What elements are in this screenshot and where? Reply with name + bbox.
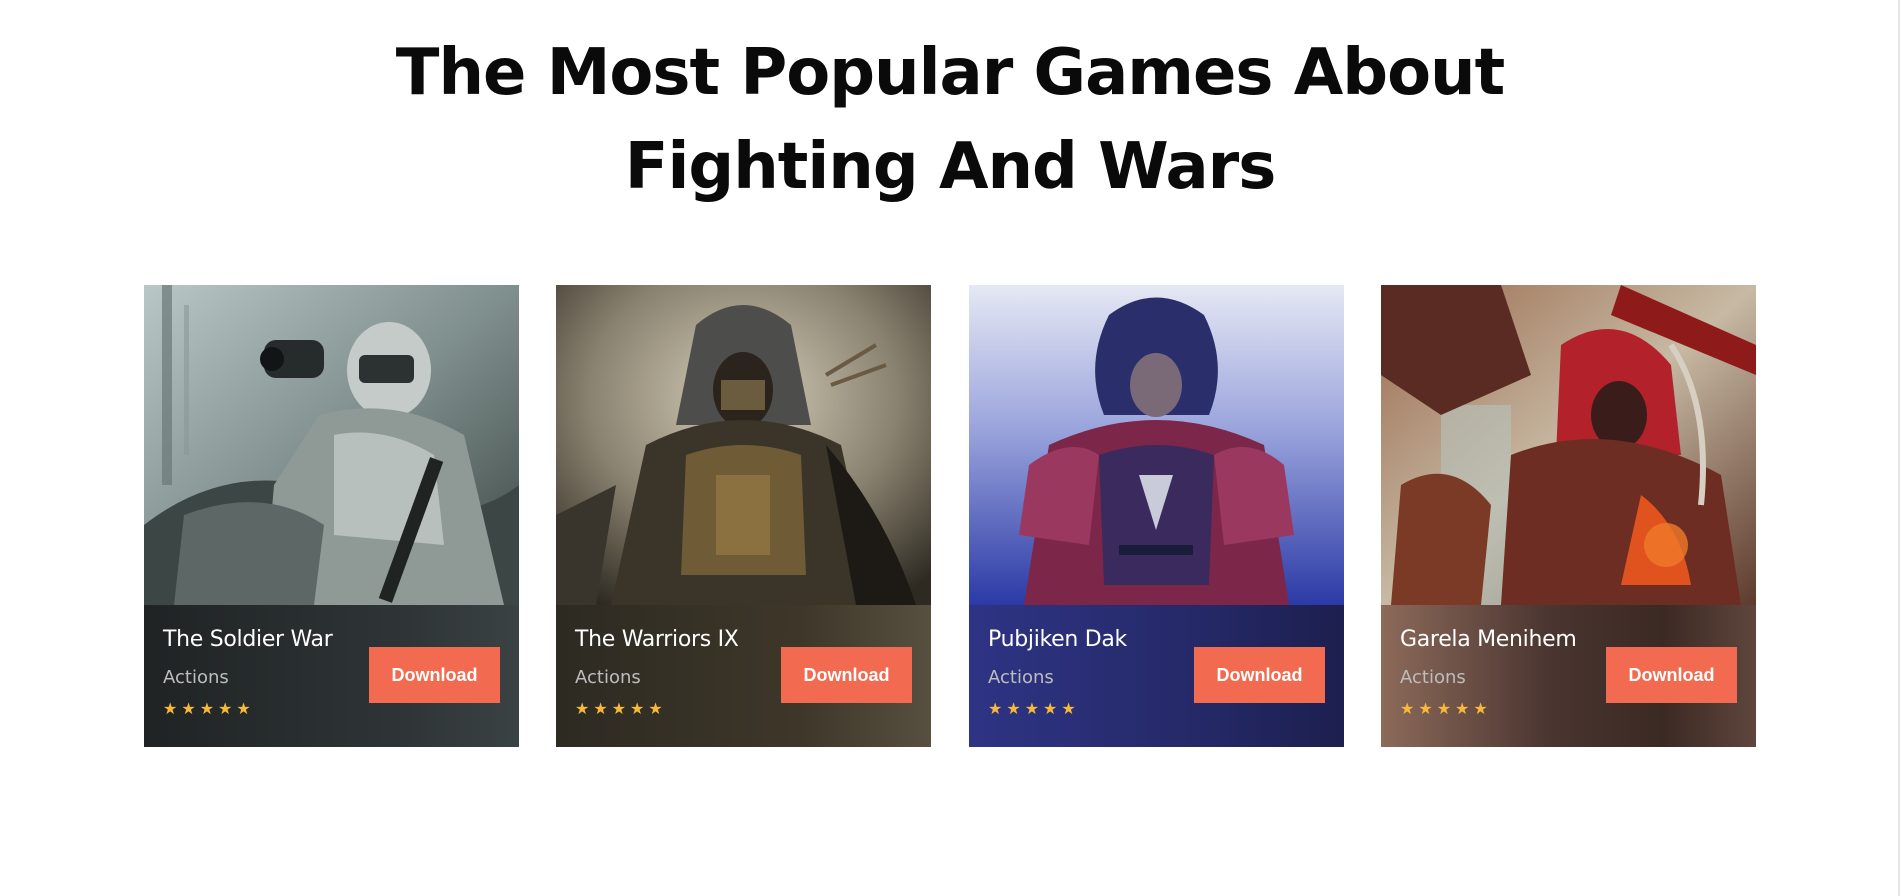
game-genre: Actions xyxy=(1400,667,1466,688)
page: The Most Popular Games About Fighting An… xyxy=(0,0,1900,896)
game-card: Pubjiken Dak Actions ★★★★★ Download xyxy=(969,285,1344,747)
game-cover-image xyxy=(969,285,1344,605)
game-card: The Warriors IX Actions ★★★★★ Download xyxy=(556,285,931,747)
card-info-panel: Pubjiken Dak Actions ★★★★★ Download xyxy=(969,605,1344,747)
heading-line-1: The Most Popular Games About xyxy=(395,36,1505,110)
game-genre: Actions xyxy=(575,667,641,688)
game-cover-image xyxy=(1381,285,1756,605)
star-rating: ★★★★★ xyxy=(988,701,1080,718)
game-genre: Actions xyxy=(988,667,1054,688)
download-button[interactable]: Download xyxy=(369,647,500,703)
game-title: Pubjiken Dak xyxy=(988,627,1128,652)
game-title: Garela Menihem xyxy=(1400,627,1577,652)
game-title: The Soldier War xyxy=(163,627,333,652)
game-title: The Warriors IX xyxy=(575,627,739,652)
game-card: Garela Menihem Actions ★★★★★ Download xyxy=(1381,285,1756,747)
star-rating: ★★★★★ xyxy=(163,701,255,718)
star-rating: ★★★★★ xyxy=(1400,701,1492,718)
section-heading: The Most Popular Games About Fighting An… xyxy=(0,26,1900,214)
game-cover-image xyxy=(556,285,931,605)
game-cards: The Soldier War Actions ★★★★★ Download T… xyxy=(144,285,1756,747)
card-info-panel: The Soldier War Actions ★★★★★ Download xyxy=(144,605,519,747)
heading-line-2: Fighting And Wars xyxy=(624,130,1277,204)
card-info-panel: Garela Menihem Actions ★★★★★ Download xyxy=(1381,605,1756,747)
game-cover-image xyxy=(144,285,519,605)
game-genre: Actions xyxy=(163,667,229,688)
card-info-panel: The Warriors IX Actions ★★★★★ Download xyxy=(556,605,931,747)
download-button[interactable]: Download xyxy=(1606,647,1737,703)
download-button[interactable]: Download xyxy=(781,647,912,703)
download-button[interactable]: Download xyxy=(1194,647,1325,703)
game-card: The Soldier War Actions ★★★★★ Download xyxy=(144,285,519,747)
star-rating: ★★★★★ xyxy=(575,701,667,718)
